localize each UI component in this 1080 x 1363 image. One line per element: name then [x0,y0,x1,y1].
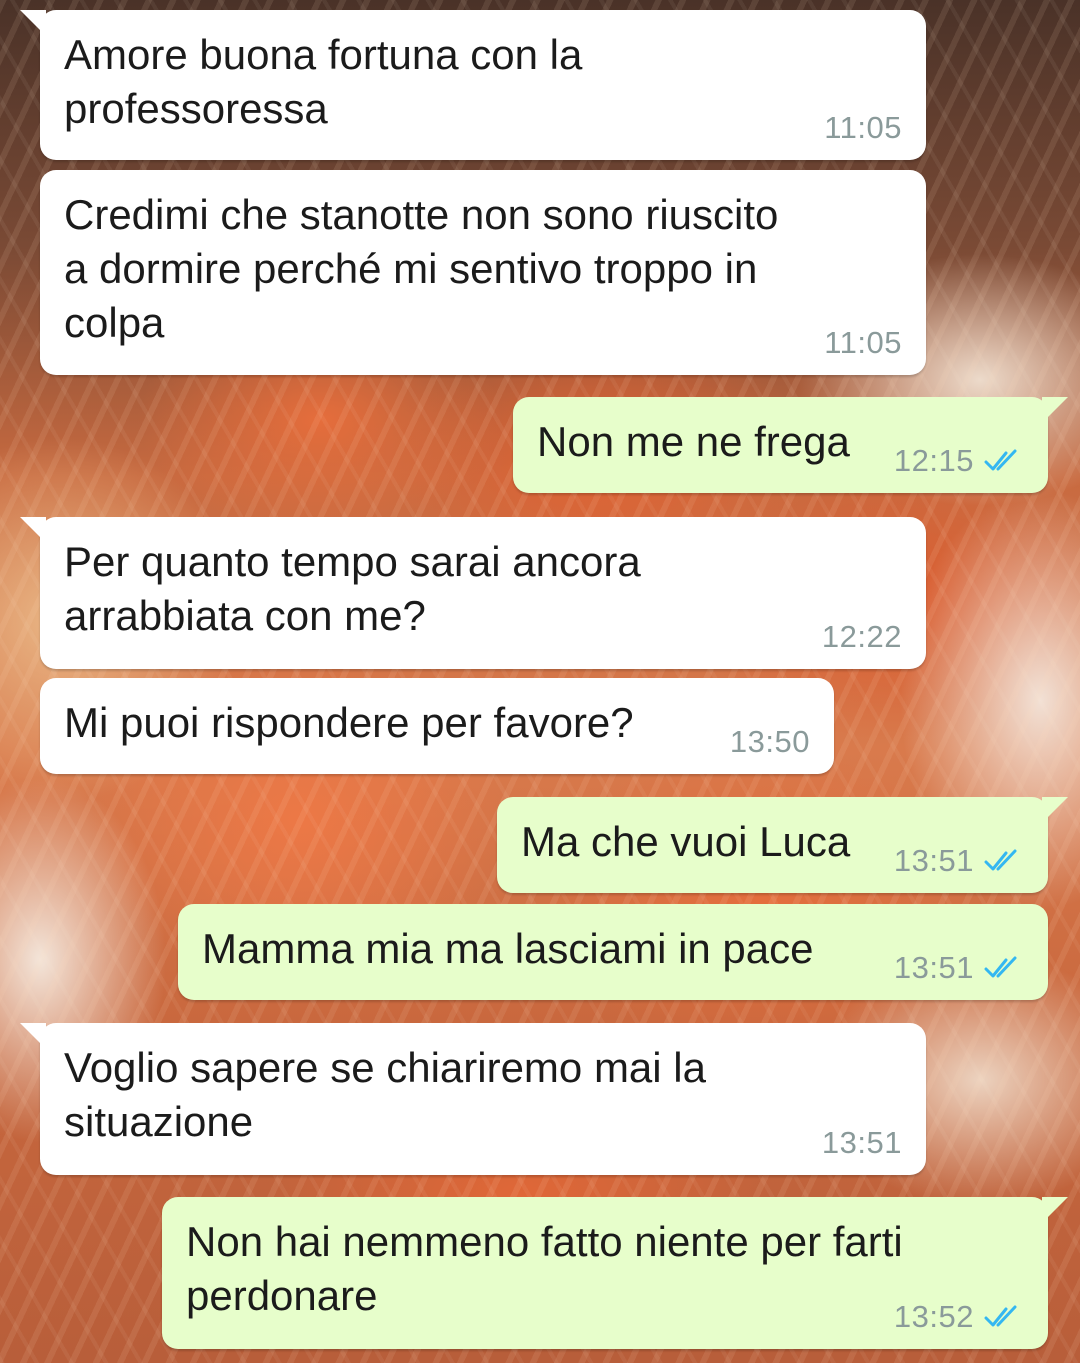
message-meta: 13:52 [894,1299,1024,1335]
message-meta: 13:50 [730,724,810,760]
double-check-read-icon [984,449,1017,471]
message-text: Mi puoi rispondere per favore? [64,699,634,746]
message-meta: 13:51 [894,950,1024,986]
message-text: Per quanto tempo sarai ancora arrabbiata… [64,538,641,639]
message-text: Ma che vuoi Luca [521,818,851,865]
double-check-read-icon [984,849,1017,871]
message-bubble-incoming[interactable]: Credimi che stanotte non sono riuscito a… [40,170,926,375]
message-text: Amore buona fortuna con la professoressa [64,31,583,132]
message-bubble-outgoing[interactable]: Ma che vuoi Luca 13:51 [497,797,1068,893]
message-text: Voglio sapere se chiariremo mai la situa… [64,1044,706,1145]
message-time: 12:22 [821,619,902,654]
message-text: Non hai nemmeno fatto niente per farti p… [186,1218,903,1319]
message-bubble-incoming[interactable]: Amore buona fortuna con la professoressa… [20,10,926,160]
message-time: 13:51 [821,1125,902,1160]
message-time: 12:15 [893,443,974,478]
message-bubble-incoming[interactable]: Voglio sapere se chiariremo mai la situa… [20,1023,926,1175]
message-bubble-incoming[interactable]: Per quanto tempo sarai ancora arrabbiata… [20,517,926,669]
message-time: 11:05 [824,110,902,145]
chat-message-list[interactable]: Amore buona fortuna con la professoressa… [0,0,1080,1363]
message-text: Credimi che stanotte non sono riuscito a… [64,191,779,346]
message-bubble-outgoing[interactable]: Non me ne frega 12:15 [513,397,1068,493]
double-check-read-icon [984,956,1017,978]
message-time: 13:52 [893,1299,974,1334]
message-time: 13:50 [729,724,810,759]
message-bubble-outgoing[interactable]: Mamma mia ma lasciami in pace 13:51 [178,904,1048,1000]
message-text: Non me ne frega [537,418,850,465]
message-meta: 11:05 [824,325,902,361]
message-time: 13:51 [893,843,974,878]
message-meta: 12:15 [894,443,1024,479]
message-time: 11:05 [824,325,902,360]
message-meta: 13:51 [894,843,1024,879]
message-bubble-incoming[interactable]: Mi puoi rispondere per favore? 13:50 [40,678,834,774]
message-text: Mamma mia ma lasciami in pace [202,925,814,972]
message-meta: 13:51 [822,1125,902,1161]
message-time: 13:51 [893,950,974,985]
message-meta: 12:22 [822,619,902,655]
message-bubble-outgoing[interactable]: Non hai nemmeno fatto niente per farti p… [162,1197,1068,1349]
double-check-read-icon [984,1305,1017,1327]
message-meta: 11:05 [824,110,902,146]
